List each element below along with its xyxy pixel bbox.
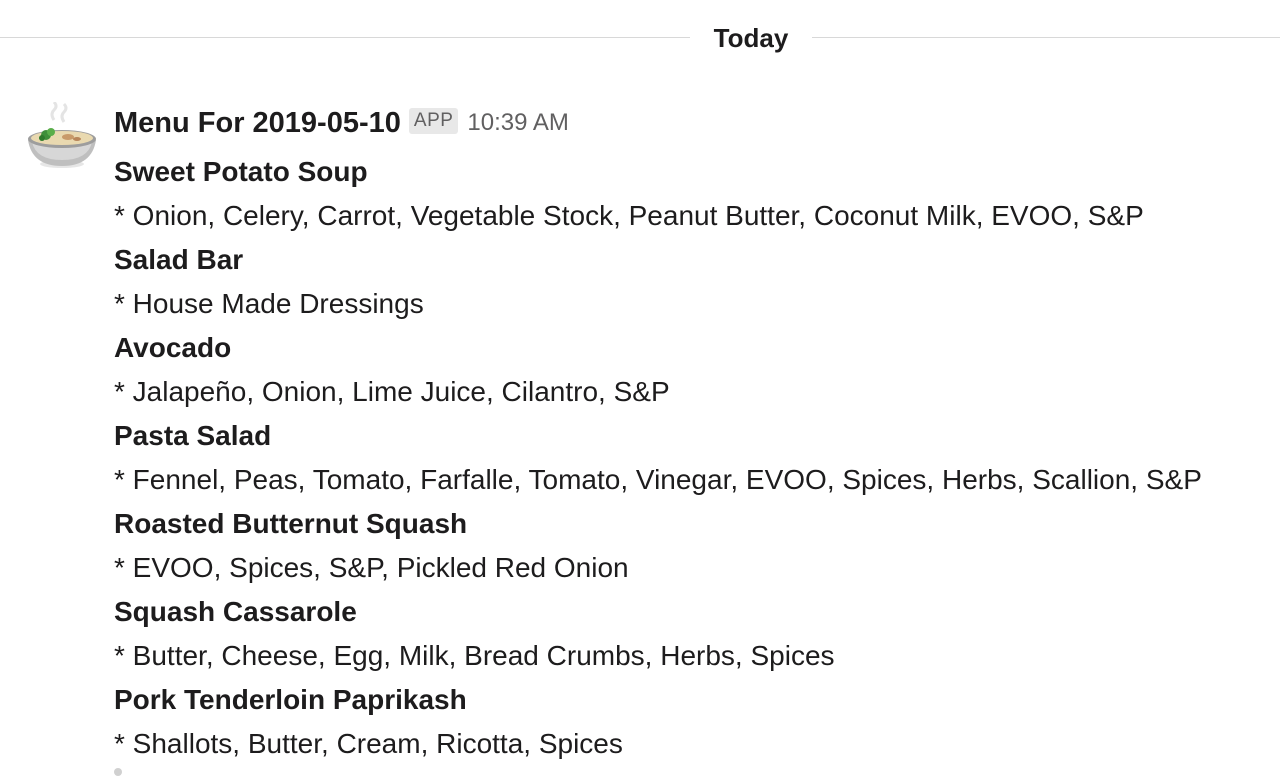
- dish-ingredients: * Butter, Cheese, Egg, Milk, Bread Crumb…: [114, 640, 835, 671]
- soup-bowl-icon: [28, 100, 96, 168]
- app-badge: APP: [408, 108, 459, 134]
- dish-ingredients: * Jalapeño, Onion, Lime Juice, Cilantro,…: [114, 376, 670, 407]
- next-message-stub: [114, 768, 122, 776]
- dish-name: Salad Bar: [114, 244, 244, 275]
- divider-line-left: [0, 37, 690, 38]
- dish-ingredients: * House Made Dressings: [114, 288, 424, 319]
- date-divider-label[interactable]: Today: [690, 22, 812, 54]
- dish-name: Pasta Salad: [114, 420, 272, 451]
- dish-ingredients: * Fennel, Peas, Tomato, Farfalle, Tomato…: [114, 464, 1202, 495]
- message-body: Menu For 2019-05-10 APP 10:39 AM Sweet P…: [114, 96, 1274, 766]
- message-timestamp[interactable]: 10:39 AM: [467, 109, 568, 137]
- divider-line-right: [812, 37, 1280, 38]
- avatar[interactable]: [24, 100, 100, 178]
- date-divider: Today: [0, 0, 1280, 76]
- dish-name: Avocado: [114, 332, 232, 363]
- dish-ingredients: * Onion, Celery, Carrot, Vegetable Stock…: [114, 200, 1144, 231]
- dish-ingredients: * EVOO, Spices, S&P, Pickled Red Onion: [114, 552, 629, 583]
- sender-name[interactable]: Menu For 2019-05-10: [114, 107, 401, 140]
- message-header: Menu For 2019-05-10 APP 10:39 AM: [114, 96, 1274, 150]
- dish-ingredients: * Shallots, Butter, Cream, Ricotta, Spic…: [114, 728, 623, 759]
- dish-name: Squash Cassarole: [114, 596, 357, 627]
- dish-name: Roasted Butternut Squash: [114, 508, 468, 539]
- dish-name: Pork Tenderloin Paprikash: [114, 684, 467, 715]
- dish-name: Sweet Potato Soup: [114, 156, 368, 187]
